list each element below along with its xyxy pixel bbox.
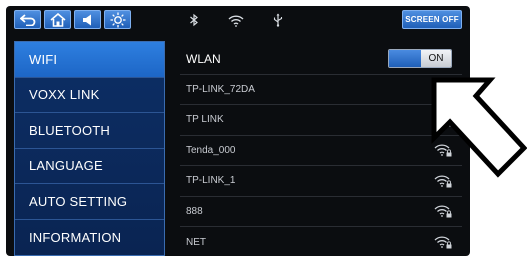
toggle-track xyxy=(389,50,421,68)
sidebar-item-voxx-link[interactable]: VOXX LINK xyxy=(15,78,164,113)
top-bar: SCREEN OFF xyxy=(6,6,470,36)
brightness-button[interactable] xyxy=(104,10,131,29)
wifi-lock-icon xyxy=(434,205,452,218)
wifi-lock-icon xyxy=(434,236,452,249)
sidebar-item-label: LANGUAGE xyxy=(29,158,103,174)
sidebar-item-label: WIFI xyxy=(29,51,58,67)
network-ssid: 888 xyxy=(186,205,203,217)
network-ssid: TP LINK xyxy=(186,114,224,126)
settings-sidebar: WIFI VOXX LINK BLUETOOTH LANGUAGE AUTO S… xyxy=(14,41,165,256)
sidebar-item-bluetooth[interactable]: BLUETOOTH xyxy=(15,113,164,149)
home-button[interactable] xyxy=(44,10,71,29)
usb-icon xyxy=(270,12,286,28)
sidebar-item-label: VOXX LINK xyxy=(29,87,100,103)
home-icon xyxy=(49,12,66,27)
network-ssid: NET xyxy=(186,236,206,248)
sidebar-item-auto-setting[interactable]: AUTO SETTING xyxy=(15,184,164,220)
brightness-icon xyxy=(110,12,125,27)
sidebar-item-label: INFORMATION xyxy=(29,229,122,245)
sidebar-item-wifi[interactable]: WIFI xyxy=(15,42,164,78)
screen-off-button[interactable]: SCREEN OFF xyxy=(402,10,462,29)
network-ssid: TP-LINK_72DA xyxy=(186,83,255,95)
speaker-icon xyxy=(82,14,91,25)
wifi-icon xyxy=(228,12,244,28)
network-ssid: TP-LINK_1 xyxy=(186,175,236,187)
sidebar-item-label: AUTO SETTING xyxy=(29,193,128,209)
pointer-arrow-icon xyxy=(431,77,527,178)
network-row[interactable]: NET xyxy=(180,227,462,256)
back-button[interactable] xyxy=(14,10,41,29)
back-icon xyxy=(19,13,35,26)
volume-button[interactable] xyxy=(74,10,101,29)
sidebar-item-information[interactable]: INFORMATION xyxy=(15,220,164,256)
network-row[interactable]: 888 xyxy=(180,197,462,227)
bluetooth-icon xyxy=(186,12,202,28)
wlan-label: WLAN xyxy=(186,51,221,66)
sidebar-item-label: BLUETOOTH xyxy=(29,122,111,138)
device-screen: SCREEN OFF WIFI VOXX LINK BLUETOOTH LANG… xyxy=(6,6,470,256)
sidebar-item-language[interactable]: LANGUAGE xyxy=(15,149,164,184)
network-ssid: Tenda_000 xyxy=(186,144,236,156)
